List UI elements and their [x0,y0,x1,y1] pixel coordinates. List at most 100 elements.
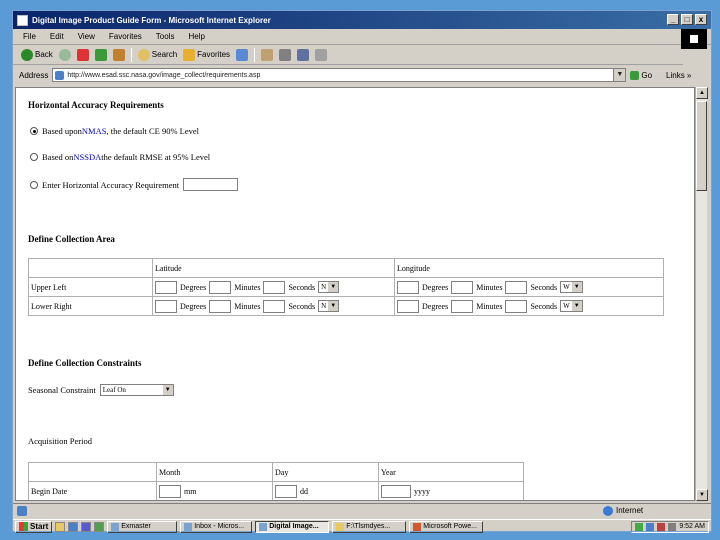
menu-tools[interactable]: Tools [156,32,175,41]
lon-degrees-input[interactable] [397,299,419,313]
back-button[interactable]: Back [21,48,53,61]
search-button[interactable]: Search [137,48,177,61]
home-icon[interactable] [112,48,125,61]
page-done-icon [17,505,27,516]
lat-degrees-input[interactable] [155,299,177,313]
start-button[interactable]: Start [15,520,53,533]
lon-minutes-input[interactable] [451,299,474,313]
radio-option-nssda[interactable]: Based on NSSDA the default RMSE at 95% L… [30,152,210,162]
lon-direction-select[interactable]: W ▼ [560,300,583,312]
address-input[interactable]: http://www.esad.ssc.nasa.gov/image_colle… [52,68,627,82]
menu-help[interactable]: Help [188,32,204,41]
select-value: N [321,283,327,291]
favorites-button[interactable]: Favorites [183,48,231,61]
scroll-down-icon[interactable]: ▼ [696,489,708,501]
lat-seconds-input[interactable] [263,280,286,294]
select-value: N [321,302,327,310]
go-arrow-icon [630,70,640,80]
favorites-label: Favorites [197,50,231,59]
lon-seconds-input[interactable] [505,299,528,313]
menu-favorites[interactable]: Favorites [109,32,142,41]
taskbar-item-active[interactable]: Digital Image... [255,520,330,533]
table-header-row: Latitude Longitude [28,258,664,278]
radio-option-custom[interactable]: Enter Horizontal Accuracy Requirement [30,178,239,191]
tray-icon[interactable] [635,522,644,531]
history-icon[interactable] [236,48,249,61]
collection-area-table: Latitude Longitude Upper Left Degrees Mi… [28,258,664,316]
address-label: Address [19,70,49,80]
nssda-link[interactable]: NSSDA [73,152,101,162]
quicklaunch-icon[interactable] [55,521,66,532]
lon-minutes-input[interactable] [451,280,474,294]
close-button[interactable]: x [695,14,707,25]
taskbar-item[interactable]: F:\Tlsmdyes... [332,520,407,533]
lon-direction-select[interactable]: W ▼ [560,281,583,293]
discuss-icon[interactable] [315,48,328,61]
lat-direction-select[interactable]: N ▼ [318,281,340,293]
taskbar-item[interactable]: Microsoft Powe... [409,520,484,533]
task-label: Inbox - Micros... [194,523,245,530]
minutes-label: Minutes [476,282,503,292]
quicklaunch-icon[interactable] [94,521,105,532]
table-header-row: Month Day Year [28,462,524,482]
app-icon [259,522,268,531]
radio-button[interactable] [30,153,38,161]
back-label: Back [35,50,53,59]
lat-degrees-input[interactable] [155,280,177,294]
accuracy-input[interactable] [183,178,239,191]
acquisition-label: Acquisition Period [28,436,92,446]
lat-minutes-input[interactable] [209,280,232,294]
lon-seconds-input[interactable] [505,280,528,294]
table-cell: yyyy [378,481,524,500]
taskbar-item[interactable]: Inbox - Micros... [180,520,253,533]
lat-seconds-input[interactable] [263,299,286,313]
seasonal-select[interactable]: Leaf On ▼ [99,384,174,396]
menu-file[interactable]: File [23,32,36,41]
print-icon[interactable] [279,48,292,61]
seconds-label: Seconds [530,301,558,311]
go-button[interactable]: Go [630,70,652,80]
tray-icon[interactable] [646,522,655,531]
table-cell: dd [272,481,379,500]
page-content: Horizontal Accuracy Requirements Based u… [15,87,695,501]
seconds-label: Seconds [288,301,316,311]
lon-degrees-input[interactable] [397,280,419,294]
address-dropdown-icon[interactable]: ▼ [613,69,626,81]
edit-icon[interactable] [297,48,310,61]
volume-icon[interactable] [668,522,677,531]
favorites-icon [183,48,196,61]
radio-option-nmas[interactable]: Based upon NMAS, the default CE 90% Leve… [30,126,199,136]
day-placeholder: dd [300,486,308,496]
mail-icon[interactable] [261,48,274,61]
quicklaunch-icon[interactable] [81,521,92,532]
day-input[interactable] [275,484,297,498]
menu-edit[interactable]: Edit [50,32,64,41]
select-value: W [563,283,570,291]
radio-button[interactable] [30,127,38,135]
acquisition-period-table: Month Day Year Begin Date mm dd yyyy [28,462,524,500]
taskbar-item[interactable]: Exmaster [107,520,178,533]
menu-view[interactable]: View [78,32,95,41]
stop-icon[interactable] [76,48,89,61]
scroll-up-icon[interactable]: ▲ [696,87,708,99]
window-title: Digital Image Product Guide Form - Micro… [32,15,271,25]
windows-logo-icon [19,522,28,531]
lat-minutes-input[interactable] [209,299,232,313]
refresh-icon[interactable] [94,48,107,61]
maximize-button[interactable]: □ [681,14,693,25]
vertical-scrollbar[interactable]: ▲ ▼ [695,87,708,501]
quicklaunch-icon[interactable] [68,521,79,532]
scroll-thumb[interactable] [696,101,707,191]
lat-direction-select[interactable]: N ▼ [318,300,340,312]
month-input[interactable] [159,484,181,498]
radio-button[interactable] [30,180,38,189]
table-cell [28,258,153,278]
table-cell: Degrees Minutes Seconds W ▼ [394,296,664,316]
links-button[interactable]: Links » [666,71,691,80]
tray-icon[interactable] [657,522,666,531]
table-cell: Degrees Minutes Seconds W ▼ [394,277,664,297]
year-input[interactable] [381,484,411,498]
nmas-link[interactable]: NMAS [82,126,107,136]
forward-arrow-icon[interactable] [58,48,71,61]
minimize-button[interactable]: _ [667,14,679,25]
